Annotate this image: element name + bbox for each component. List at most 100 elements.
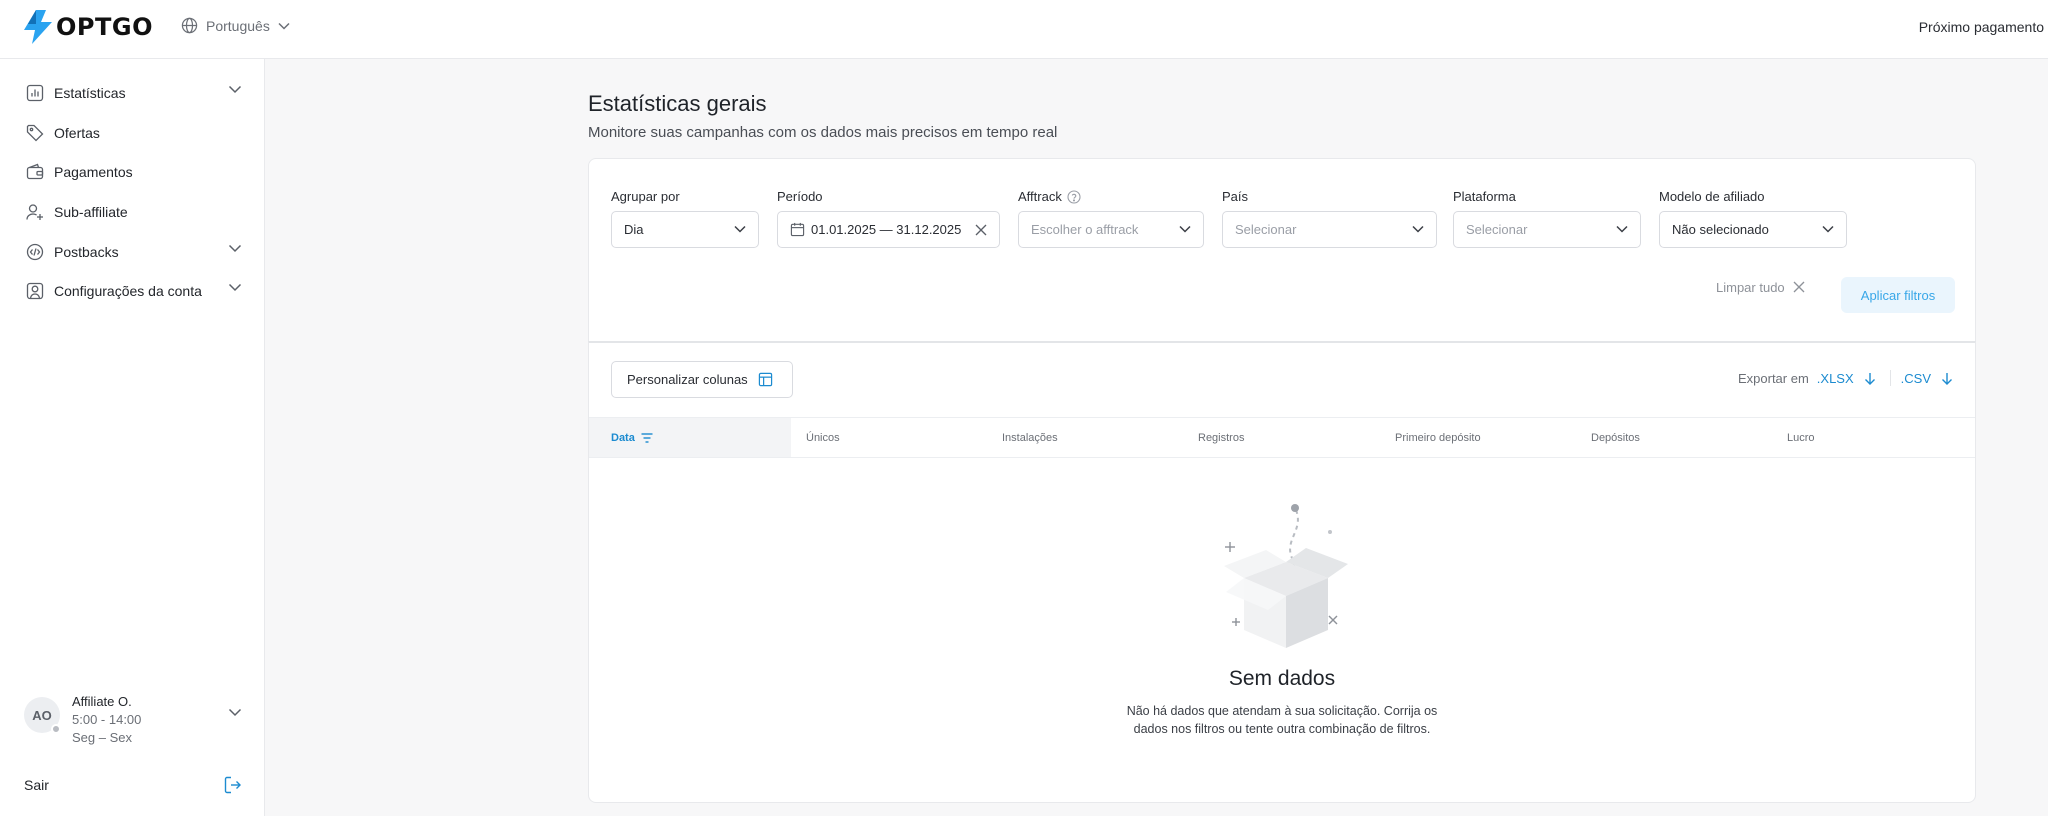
filters-panel: Agrupar por Dia Período 01.01.2025 — 31.… xyxy=(588,158,1976,342)
sidebar-item-sub-affiliate[interactable]: Sub-affiliate xyxy=(24,197,242,227)
logo-bolt-icon xyxy=(24,10,52,44)
clear-all-button[interactable]: Limpar tudo xyxy=(1716,276,1805,298)
export-controls: Exportar em .XLSX .CSV xyxy=(1738,370,1953,386)
export-csv-label: .CSV xyxy=(1900,370,1931,386)
logout-button[interactable]: Sair xyxy=(24,774,242,796)
export-label: Exportar em xyxy=(1737,370,1809,386)
tag-icon xyxy=(24,122,46,144)
page-title: Estatísticas gerais xyxy=(588,91,767,116)
sidebar-item-label: Estatísticas xyxy=(54,85,126,101)
chevron-down-icon xyxy=(1179,225,1191,233)
affiliate-model-label: Modelo de afiliado xyxy=(1659,189,1765,204)
chevron-down-icon xyxy=(1412,225,1424,233)
afftrack-label: Afftrack xyxy=(1018,189,1081,204)
platform-label: Plataforma xyxy=(1453,189,1516,204)
customize-columns-button[interactable]: Personalizar colunas xyxy=(611,361,793,398)
column-header-depositos[interactable]: Depósitos xyxy=(1591,418,1640,457)
column-header-label: Data xyxy=(611,431,635,444)
chevron-down-icon[interactable] xyxy=(228,283,242,292)
help-icon[interactable] xyxy=(1067,189,1081,204)
export-csv-button[interactable]: .CSV xyxy=(1901,371,1953,386)
sidebar-item-pagamentos[interactable]: Pagamentos xyxy=(24,157,242,187)
afftrack-select[interactable]: Escolher o afftrack xyxy=(1018,211,1204,248)
sidebar-item-label: Ofertas xyxy=(54,125,100,141)
status-dot xyxy=(51,724,61,734)
bar-chart-icon xyxy=(24,82,46,104)
code-icon xyxy=(24,241,46,263)
sidebar-item-label: Pagamentos xyxy=(54,164,133,180)
user-plus-icon xyxy=(24,201,46,223)
sidebar: Estatísticas Ofertas Pagamentos Sub-affi… xyxy=(0,59,265,816)
group-by-select[interactable]: Dia xyxy=(611,211,759,248)
sidebar-item-configuracoes[interactable]: Configurações da conta xyxy=(24,276,242,306)
sidebar-item-label: Sub-affiliate xyxy=(54,204,128,220)
logo-text: OPTGO xyxy=(56,13,153,41)
chevron-down-icon xyxy=(734,225,746,233)
user-name: Affiliate O. xyxy=(72,694,132,709)
sidebar-item-postbacks[interactable]: Postbacks xyxy=(24,237,242,267)
chevron-down-icon xyxy=(1822,225,1834,233)
sidebar-item-ofertas[interactable]: Ofertas xyxy=(24,118,242,148)
close-icon[interactable] xyxy=(975,224,987,236)
period-value: 01.01.2025 — 31.12.2025 xyxy=(811,222,962,237)
logout-icon xyxy=(224,776,241,794)
download-arrow-icon xyxy=(1864,372,1875,385)
affiliate-model-select[interactable]: Não selecionado xyxy=(1659,211,1847,248)
sidebar-item-estatisticas[interactable]: Estatísticas xyxy=(24,78,242,108)
afftrack-placeholder: Escolher o afftrack xyxy=(1031,222,1139,237)
chevron-down-icon xyxy=(1616,225,1628,233)
customize-columns-label: Personalizar colunas xyxy=(627,372,748,387)
chevron-down-icon xyxy=(278,22,290,30)
platform-select[interactable]: Selecionar xyxy=(1453,211,1641,248)
empty-state-message: Não há dados que atendam à sua solicitaç… xyxy=(1126,704,1438,736)
column-header-registros[interactable]: Registros xyxy=(1198,418,1244,457)
logout-label: Sair xyxy=(24,777,49,793)
period-date-range[interactable]: 01.01.2025 — 31.12.2025 xyxy=(777,211,1000,248)
column-header-lucro[interactable]: Lucro xyxy=(1787,418,1815,457)
top-header: OPTGO Português Próximo pagamento xyxy=(0,0,2048,59)
group-by-value: Dia xyxy=(624,222,644,237)
empty-state-title: Sem dados xyxy=(1228,667,1336,690)
group-by-label: Agrupar por xyxy=(611,189,680,204)
clear-all-label: Limpar tudo xyxy=(1716,279,1785,295)
affiliate-model-value: Não selecionado xyxy=(1672,222,1769,237)
column-header-instalacoes[interactable]: Instalações xyxy=(1002,418,1058,457)
country-label: País xyxy=(1222,189,1249,204)
next-payment-link[interactable]: Próximo pagamento xyxy=(1919,19,2044,35)
sidebar-item-label: Configurações da conta xyxy=(54,283,202,299)
column-header-unicos[interactable]: Únicos xyxy=(806,418,840,457)
stats-table-panel: Personalizar colunas Exportar em .XLSX .… xyxy=(588,341,1976,803)
sort-filter-icon xyxy=(641,432,653,443)
wallet-icon xyxy=(24,161,46,183)
chevron-down-icon[interactable] xyxy=(228,85,242,94)
sidebar-item-label: Postbacks xyxy=(54,244,119,260)
column-header-data[interactable]: Data xyxy=(589,418,791,457)
column-header-primeiro-deposito[interactable]: Primeiro depósito xyxy=(1395,418,1481,457)
export-xlsx-label: .XLSX xyxy=(1816,370,1854,386)
user-card[interactable]: AO Affiliate O. 5:00 - 14:00 Seg – Sex xyxy=(24,694,242,754)
columns-icon xyxy=(758,372,772,387)
period-label: Período xyxy=(777,189,823,204)
account-settings-icon xyxy=(24,280,46,302)
platform-placeholder: Selecionar xyxy=(1466,222,1528,237)
afftrack-label-text: Afftrack xyxy=(1018,189,1062,204)
language-selector[interactable]: Português xyxy=(181,17,290,34)
globe-icon xyxy=(181,17,198,34)
user-days: Seg – Sex xyxy=(72,730,132,745)
user-hours: 5:00 - 14:00 xyxy=(72,712,142,727)
close-icon xyxy=(1793,281,1805,293)
logo[interactable]: OPTGO xyxy=(24,10,153,44)
divider xyxy=(1889,370,1891,386)
country-placeholder: Selecionar xyxy=(1235,222,1297,237)
table-header: Data Únicos Instalações Registros Primei… xyxy=(589,417,1975,458)
language-label: Português xyxy=(206,17,270,34)
calendar-icon xyxy=(790,222,805,237)
empty-box-illustration xyxy=(1224,504,1348,648)
chevron-down-icon[interactable] xyxy=(228,244,242,253)
export-xlsx-button[interactable]: .XLSX xyxy=(1817,371,1876,386)
chevron-down-icon[interactable] xyxy=(228,708,242,717)
country-select[interactable]: Selecionar xyxy=(1222,211,1437,248)
page-subtitle: Monitore suas campanhas com os dados mai… xyxy=(588,124,1058,141)
apply-filters-button[interactable]: Aplicar filtros xyxy=(1841,277,1955,313)
download-arrow-icon xyxy=(1942,372,1952,385)
